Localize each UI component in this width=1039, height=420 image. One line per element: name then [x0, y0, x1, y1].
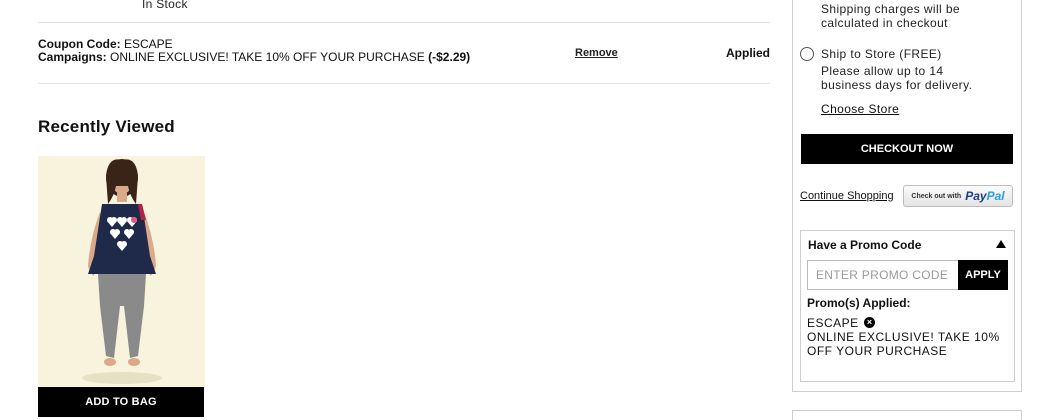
promo-panel-title[interactable]: Have a Promo Code [808, 238, 921, 252]
recently-viewed-title: Recently Viewed [38, 117, 175, 136]
ship-to-store-description: Please allow up to 14 business days for … [821, 64, 972, 92]
product-image[interactable] [38, 156, 205, 388]
checkout-now-button[interactable]: CHECKOUT NOW [801, 134, 1013, 164]
choose-store-link[interactable]: Choose Store [821, 102, 899, 116]
applied-promo-code: ESCAPE [807, 316, 859, 330]
ship-to-store-radio[interactable] [800, 47, 814, 61]
paypal-logo-pay: Pay [965, 189, 987, 203]
continue-shopping-link[interactable]: Continue Shopping [800, 190, 894, 202]
caret-up-icon[interactable] [996, 240, 1006, 248]
paypal-logo-pal: Pal [986, 189, 1005, 203]
campaign-discount: (-$2.29) [428, 50, 471, 64]
coupon-summary: Coupon Code: ESCAPE Campaigns: ONLINE EX… [38, 38, 470, 64]
shipping-note: Shipping charges will be calculated in c… [821, 2, 960, 30]
paypal-caption: Check out with [911, 192, 962, 200]
promo-code-input[interactable] [807, 260, 959, 290]
paypal-logo: PayPal [965, 189, 1004, 203]
campaign-row: Campaigns: ONLINE EXCLUSIVE! TAKE 10% OF… [38, 51, 470, 64]
secondary-panel [792, 410, 1022, 420]
apply-promo-button[interactable]: APPLY [958, 260, 1008, 290]
ship-to-store-desc-line: business days for delivery. [821, 78, 973, 92]
stock-status: In Stock [142, 0, 188, 11]
add-to-bag-button[interactable]: ADD TO BAG [38, 387, 204, 417]
ship-to-store-label[interactable]: Ship to Store (FREE) [821, 47, 942, 61]
coupon-code-value: ESCAPE [124, 37, 173, 51]
divider [38, 83, 770, 84]
product-photo-illustration [38, 156, 205, 388]
coupon-status: Applied [726, 46, 770, 60]
paypal-checkout-button[interactable]: Check out with PayPal [903, 185, 1013, 207]
ship-to-store-desc-line: Please allow up to 14 [821, 64, 944, 78]
applied-promo-description: ONLINE EXCLUSIVE! TAKE 10% OFF YOUR PURC… [807, 330, 1000, 358]
campaign-label: Campaigns: [38, 50, 107, 64]
campaign-value: ONLINE EXCLUSIVE! TAKE 10% OFF YOUR PURC… [110, 50, 425, 64]
promos-applied-title: Promo(s) Applied: [807, 296, 911, 310]
remove-coupon-link[interactable]: Remove [575, 47, 618, 59]
shipping-note-line: calculated in checkout [821, 16, 948, 30]
divider [38, 22, 770, 23]
remove-circle-icon[interactable]: × [864, 317, 875, 328]
coupon-code-label: Coupon Code: [38, 37, 121, 51]
shipping-note-line: Shipping charges will be [821, 2, 961, 16]
